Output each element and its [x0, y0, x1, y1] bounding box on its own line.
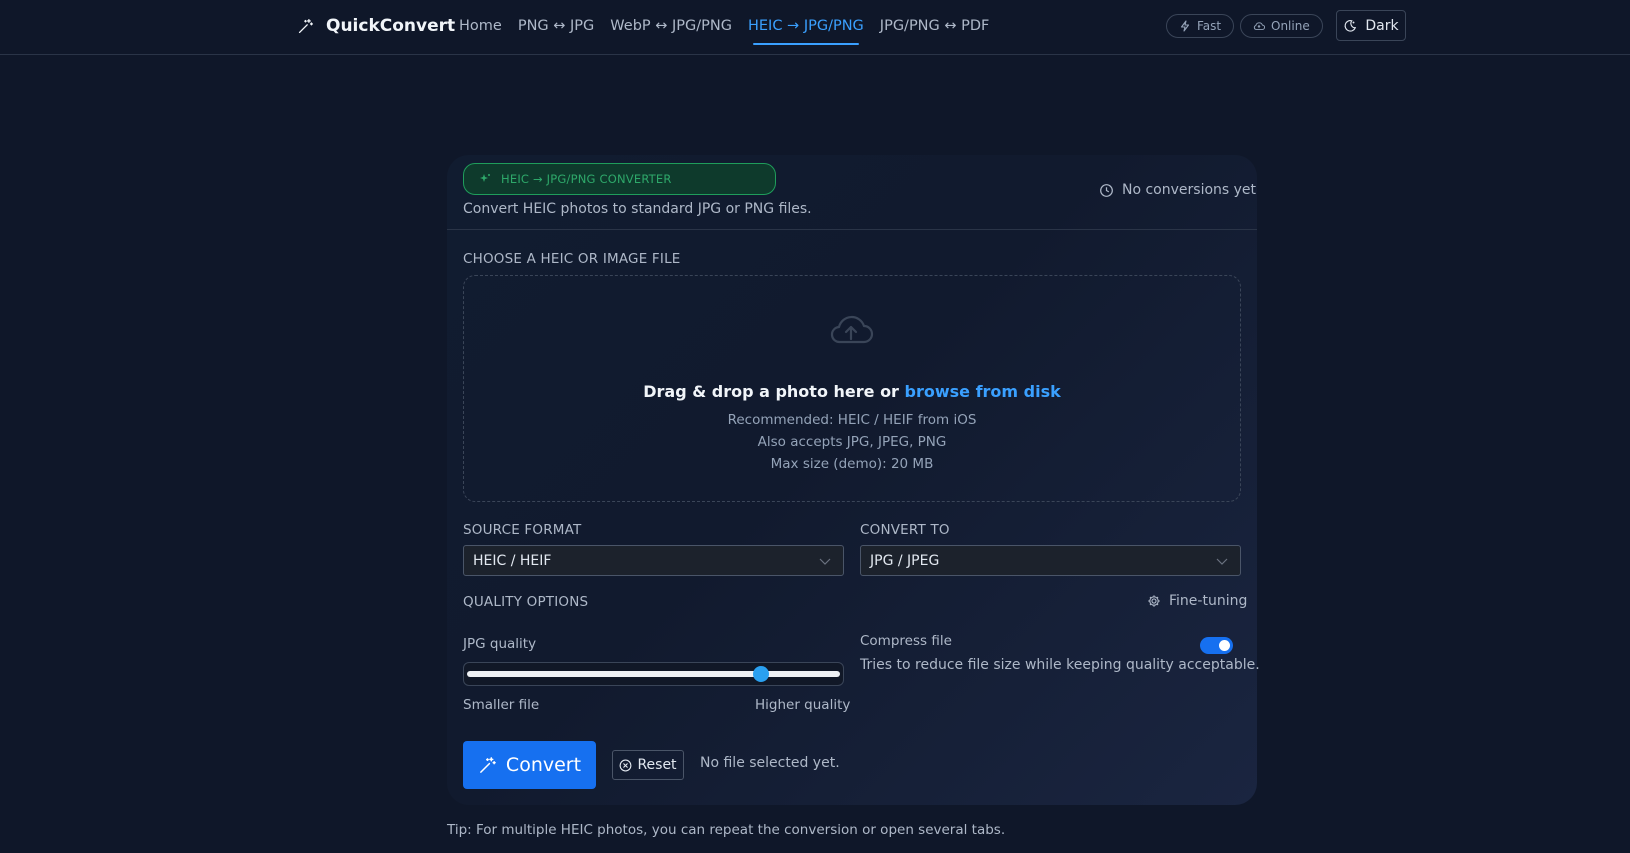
compress-description: Tries to reduce file size while keeping … [860, 657, 1260, 673]
fine-tuning-label: Fine-tuning [1169, 593, 1248, 609]
slider-min-label: Smaller file [463, 697, 540, 713]
convert-to-label: CONVERT TO [860, 522, 950, 538]
compress-label: Compress file [860, 633, 952, 649]
tip-text: Tip: For multiple HEIC photos, you can r… [447, 822, 1006, 838]
lightning-icon [1180, 20, 1190, 32]
nav-webp-jpg-png[interactable]: WebP ↔ JPG/PNG [610, 14, 732, 42]
fast-label: Fast [1197, 19, 1222, 33]
card-divider [447, 229, 1257, 230]
history-label: No conversions yet [1122, 182, 1257, 198]
upload-label: CHOOSE A HEIC OR IMAGE FILE [463, 251, 681, 267]
chevron-down-icon [1216, 558, 1228, 565]
online-label: Online [1271, 19, 1310, 33]
theme-toggle-button[interactable]: Dark [1336, 10, 1406, 41]
fast-pill: Fast [1166, 14, 1235, 38]
jpg-quality-label: JPG quality [463, 636, 537, 652]
jpg-quality-slider[interactable] [463, 662, 844, 686]
quality-options-label: QUALITY OPTIONS [463, 594, 589, 610]
source-format-label: SOURCE FORMAT [463, 522, 582, 538]
max-size-text: Max size (demo): 20 MB [770, 456, 934, 472]
slider-max-label: Higher quality [755, 697, 851, 713]
reset-button[interactable]: Reset [612, 750, 684, 780]
brand-name: QuickConvert [326, 16, 456, 36]
nav-jpg-png-pdf[interactable]: JPG/PNG ↔ PDF [880, 14, 990, 42]
moon-icon [1344, 19, 1357, 32]
brand[interactable]: QuickConvert [297, 14, 455, 38]
convert-to-value: JPG / JPEG [870, 552, 940, 569]
fine-tuning-button[interactable]: Fine-tuning [1147, 593, 1247, 609]
online-pill: Online [1240, 14, 1323, 38]
compress-toggle[interactable] [1200, 637, 1233, 654]
nav-home[interactable]: Home [459, 14, 502, 42]
close-circle-icon [619, 759, 632, 771]
converter-badge: HEIC → JPG/PNG CONVERTER [463, 163, 776, 195]
magic-wand-icon [480, 756, 496, 773]
main-nav: Home PNG ↔ JPG WebP ↔ JPG/PNG HEIC → JPG… [459, 14, 1005, 45]
cloud-icon [1253, 22, 1265, 30]
conversion-history: No conversions yet [1099, 182, 1256, 198]
slider-track [467, 671, 840, 677]
convert-to-select[interactable]: JPG / JPEG [860, 545, 1241, 576]
chevron-down-icon [819, 558, 831, 565]
nav-png-jpg[interactable]: PNG ↔ JPG [518, 14, 594, 42]
dropzone-title-text: Drag & drop a photo here or [643, 382, 905, 401]
magic-wand-icon [298, 18, 313, 33]
accepts-text: Also accepts JPG, JPEG, PNG [757, 434, 947, 450]
browse-link[interactable]: browse from disk [905, 382, 1061, 401]
source-format-value: HEIC / HEIF [473, 552, 552, 569]
convert-label: Convert [505, 754, 582, 776]
convert-button[interactable]: Convert [463, 741, 596, 789]
recommended-text: Recommended: HEIC / HEIF from iOS [727, 412, 977, 428]
top-navbar: QuickConvert Home PNG ↔ JPG WebP ↔ JPG/P… [0, 0, 1630, 55]
sparkle-icon [480, 174, 490, 182]
reset-label: Reset [637, 757, 677, 773]
theme-label: Dark [1365, 17, 1399, 34]
slider-thumb[interactable] [752, 666, 769, 682]
clock-icon [1100, 183, 1113, 197]
cloud-upload-icon [830, 315, 874, 344]
file-status: No file selected yet. [700, 755, 840, 771]
gear-icon [1148, 595, 1160, 607]
dropzone-title: Drag & drop a photo here or browse from … [463, 382, 1241, 401]
badge-label: HEIC → JPG/PNG CONVERTER [501, 172, 672, 186]
source-format-select[interactable]: HEIC / HEIF [463, 545, 844, 576]
nav-heic-jpg-png[interactable]: HEIC → JPG/PNG [748, 14, 864, 45]
card-subtitle: Convert HEIC photos to standard JPG or P… [463, 201, 812, 217]
